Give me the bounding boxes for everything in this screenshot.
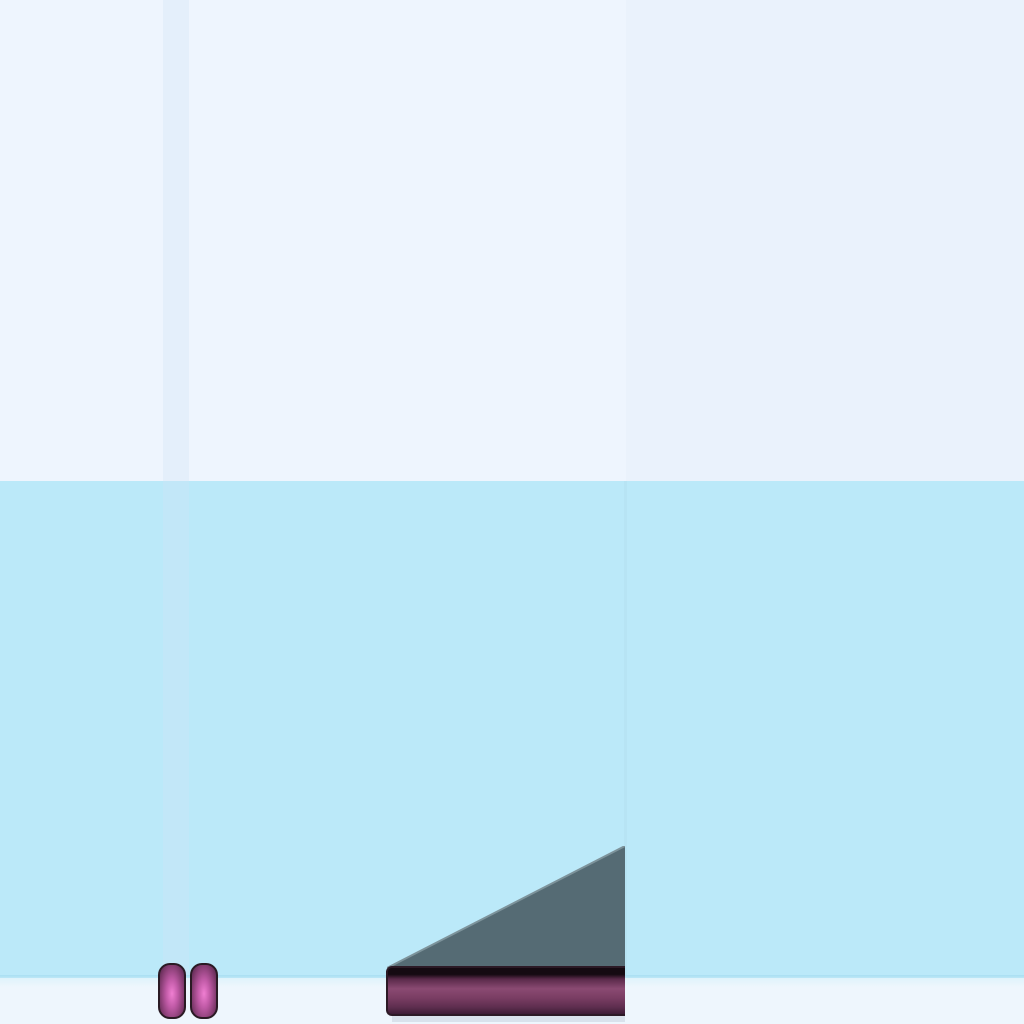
ramp-triangle <box>387 846 625 968</box>
sky-panel-left <box>0 0 626 481</box>
platform-shadow <box>392 1016 625 1022</box>
light-column <box>163 0 189 978</box>
platform-bar[interactable] <box>386 966 625 1016</box>
sky-panel-right <box>626 0 1024 481</box>
pink-capsule-icon[interactable] <box>158 963 186 1019</box>
game-scene <box>0 0 1024 1024</box>
pink-capsule-icon[interactable] <box>190 963 218 1019</box>
